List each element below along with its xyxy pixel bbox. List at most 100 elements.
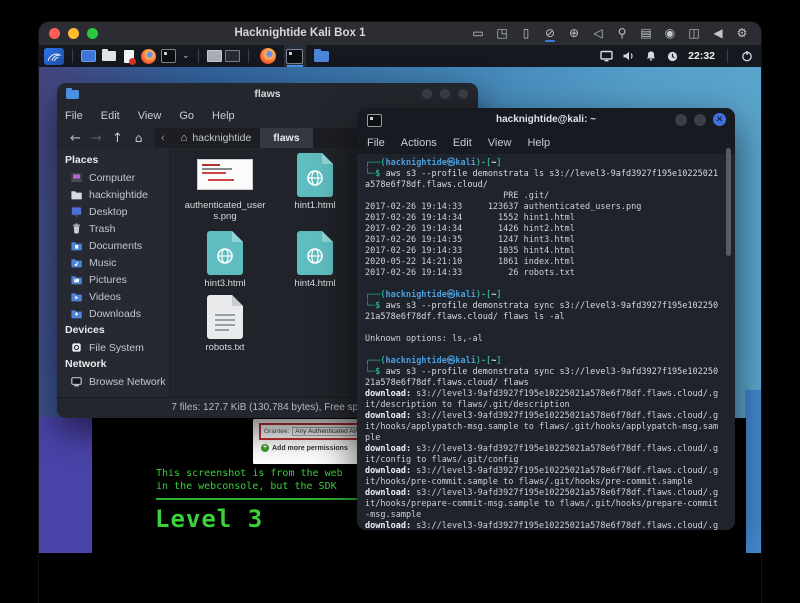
- sidebar-item-music[interactable]: Music: [57, 254, 169, 271]
- terminal-menu-actions[interactable]: Actions: [401, 137, 437, 149]
- usb-icon[interactable]: ▯: [519, 25, 533, 42]
- hide-toolbar-icon[interactable]: ◀: [711, 25, 725, 42]
- terminal-menu-help[interactable]: Help: [527, 137, 550, 149]
- terminal-close-button[interactable]: ✕: [713, 113, 726, 126]
- vm-toolbar: ▭ ◳ ▯ ⊘ ⊕ ◁ ⚲ ▤ ◉ ◫ ◀ ⚙: [471, 25, 749, 42]
- fm-menu-help[interactable]: Help: [212, 110, 235, 122]
- globe-icon[interactable]: ⊕: [567, 25, 581, 42]
- fm-maximize-button[interactable]: [440, 89, 450, 99]
- image-thumbnail: [197, 159, 253, 190]
- fm-menu-edit[interactable]: Edit: [101, 110, 120, 122]
- sidebar-item-documents[interactable]: Documents: [57, 237, 169, 254]
- fm-window-title: flaws: [57, 83, 478, 105]
- sidebar-section-devices: Devices: [57, 322, 169, 339]
- taskbar-terminal[interactable]: [284, 45, 306, 67]
- window-title: Hacknightide Kali Box 1: [159, 27, 441, 39]
- terminal-menu-view[interactable]: View: [488, 137, 512, 149]
- back-icon[interactable]: ←: [65, 131, 86, 146]
- terminal-minimize-button[interactable]: [675, 114, 687, 126]
- sidebar-item-label: Music: [89, 257, 116, 269]
- terminal-titlebar[interactable]: hacknightide@kali: ~ ✕: [357, 108, 735, 132]
- fm-titlebar[interactable]: flaws: [57, 83, 478, 105]
- terminal-menubar: File Actions Edit View Help: [357, 132, 735, 154]
- file-manager-icon[interactable]: [101, 49, 116, 63]
- zoom-button[interactable]: [87, 28, 98, 39]
- panel-separator: [248, 49, 249, 63]
- firefox-icon[interactable]: [141, 49, 156, 63]
- breadcrumb-current-segment[interactable]: flaws: [260, 128, 312, 148]
- volume-icon[interactable]: [622, 50, 635, 63]
- sidebar-item-desktop[interactable]: Desktop: [57, 203, 169, 220]
- terminal-line: 2017-02-26 19:14:33 123637 authenticated…: [365, 202, 735, 213]
- minimize-button[interactable]: [68, 28, 79, 39]
- file-hint4.html[interactable]: hint4.html: [270, 229, 360, 293]
- terminal-line: 2020-05-22 14:21:10 1861 index.html: [365, 257, 735, 268]
- terminal-scrollbar[interactable]: [726, 148, 731, 256]
- terminal-menu-file[interactable]: File: [367, 137, 385, 149]
- sidebar-item-downloads[interactable]: Downloads: [57, 305, 169, 322]
- file-hint1.html[interactable]: hint1.html: [270, 151, 360, 229]
- kali-menu-icon[interactable]: [44, 48, 64, 65]
- breadcrumb-home-segment[interactable]: ⌂ hacknightide: [172, 128, 261, 148]
- terminal-launcher-icon[interactable]: [161, 49, 176, 63]
- panel-clock[interactable]: 22:32: [688, 50, 715, 62]
- sidebar-item-label: Videos: [89, 291, 121, 303]
- workspace-switcher[interactable]: [207, 50, 240, 62]
- workspace-1[interactable]: [207, 50, 222, 62]
- status-indicator-icon[interactable]: [666, 50, 679, 63]
- fm-minimize-button[interactable]: [422, 89, 432, 99]
- sidebar-item-videos[interactable]: Videos: [57, 288, 169, 305]
- taskbar-firefox[interactable]: [257, 45, 279, 67]
- workspace-2[interactable]: [225, 50, 240, 62]
- level3-heading: Level 3: [155, 505, 263, 533]
- terminal-output[interactable]: ┌──(hacknightide㉿kali)-[~]└─$ aws s3 --p…: [357, 154, 735, 530]
- sidebar-section-places: Places: [57, 152, 169, 169]
- show-desktop-icon[interactable]: [81, 49, 96, 63]
- sidebar-item-label: Downloads: [89, 308, 141, 320]
- display-icon[interactable]: ▭: [471, 25, 485, 42]
- filesystem-icon: [70, 341, 83, 354]
- sidebar-item-pictures[interactable]: Pictures: [57, 271, 169, 288]
- fm-close-button[interactable]: [458, 89, 468, 99]
- terminal-maximize-button[interactable]: [694, 114, 706, 126]
- sidebar-item-file-system[interactable]: File System: [57, 339, 169, 356]
- fm-menu-go[interactable]: Go: [179, 110, 194, 122]
- fm-menu-view[interactable]: View: [138, 110, 162, 122]
- up-icon[interactable]: ↑: [107, 131, 128, 146]
- home-icon[interactable]: ⌂: [128, 131, 149, 145]
- terminal-line: -msg.sample: [365, 510, 735, 521]
- network-disabled-icon[interactable]: ⊘: [543, 25, 557, 42]
- folder-icon: [70, 188, 83, 201]
- file-authenticated_users.png[interactable]: authenticated_users.png: [180, 151, 270, 229]
- file-robots.txt[interactable]: robots.txt: [180, 293, 270, 373]
- text-editor-icon[interactable]: [121, 49, 136, 63]
- close-button[interactable]: [49, 28, 60, 39]
- terminal-line: └─$ aws s3 --profile demonstrata sync s3…: [365, 367, 735, 378]
- fm-menu-file[interactable]: File: [65, 110, 83, 122]
- vm-window-icon[interactable]: ◳: [495, 25, 509, 42]
- sidebar-item-computer[interactable]: Computer: [57, 169, 169, 186]
- sidebar-section-network: Network: [57, 356, 169, 373]
- sidebar-item-hacknightide[interactable]: hacknightide: [57, 186, 169, 203]
- power-icon[interactable]: [740, 50, 753, 63]
- sidebar-item-trash[interactable]: Trash: [57, 220, 169, 237]
- sidebar-item-browse-network[interactable]: Browse Network: [57, 373, 169, 390]
- camera-icon[interactable]: ◉: [663, 25, 677, 42]
- taskbar-file-manager[interactable]: [311, 45, 333, 67]
- terminal-line: [365, 323, 735, 334]
- terminal-line: └─$ aws s3 --profile demonstrata ls s3:/…: [365, 169, 735, 180]
- file-hint3.html[interactable]: hint3.html: [180, 229, 270, 293]
- display-settings-icon[interactable]: [600, 50, 613, 63]
- breadcrumb-collapse-icon[interactable]: ‹: [154, 132, 172, 144]
- printer-icon[interactable]: ▤: [639, 25, 653, 42]
- chevron-down-icon[interactable]: ⌄: [182, 51, 190, 61]
- audio-output-icon[interactable]: ◁: [591, 25, 605, 42]
- forward-icon[interactable]: →: [86, 131, 107, 146]
- share-screen-icon[interactable]: ◫: [687, 25, 701, 42]
- microphone-icon[interactable]: ⚲: [615, 25, 629, 42]
- settings-icon[interactable]: ⚙: [735, 25, 749, 42]
- text-file-icon: [180, 293, 270, 339]
- terminal-menu-edit[interactable]: Edit: [453, 137, 472, 149]
- page-text-line1: This screenshot is from the web: [156, 468, 343, 479]
- notifications-bell-icon[interactable]: [644, 50, 657, 63]
